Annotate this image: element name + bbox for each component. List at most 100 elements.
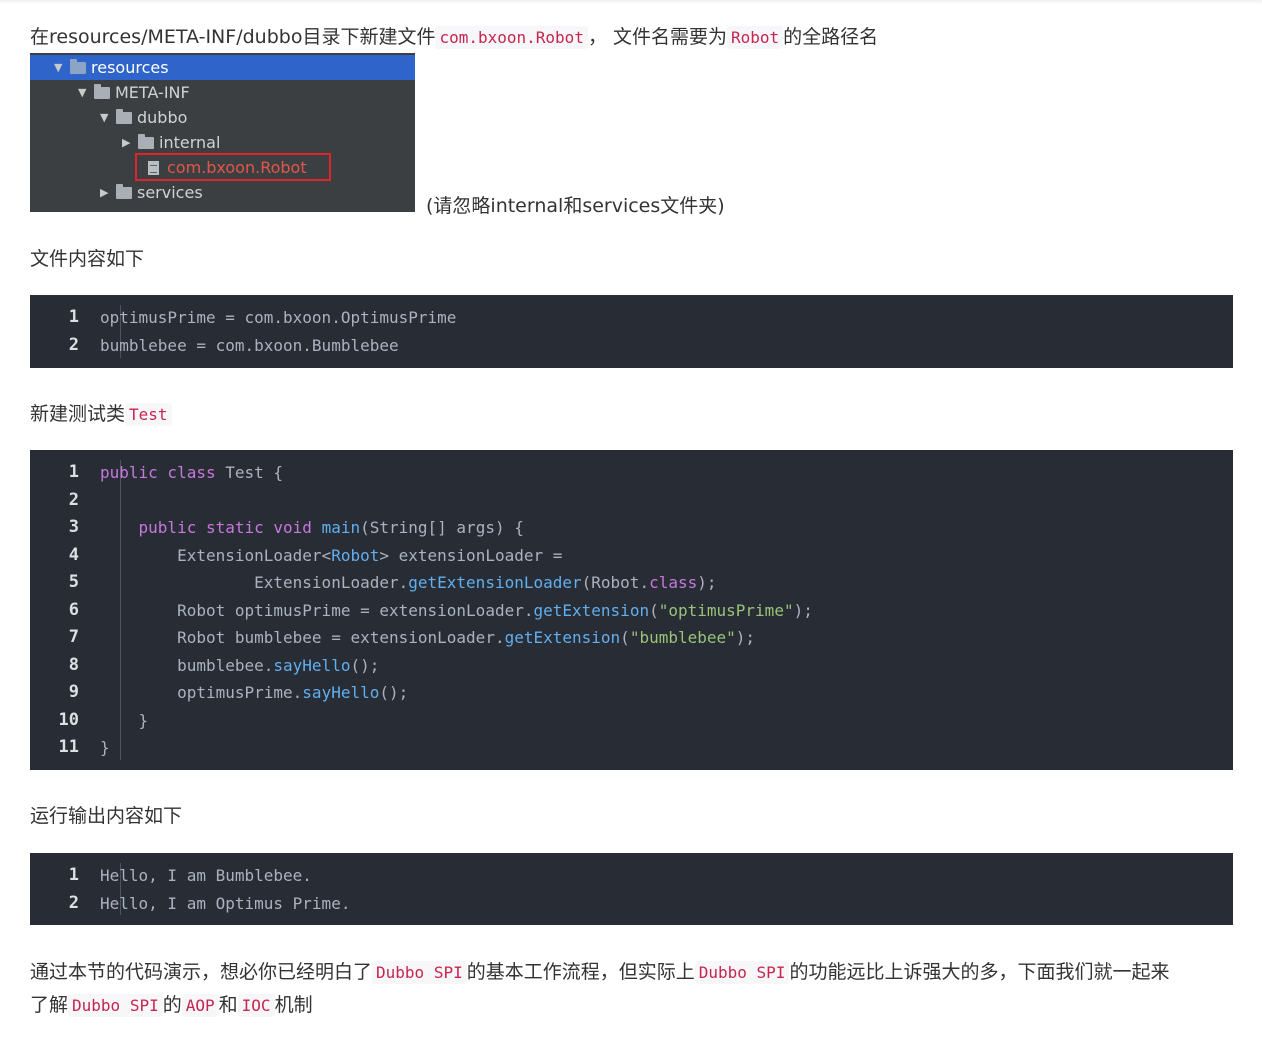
line-content: } (100, 734, 110, 761)
collapse-arrow-icon: ▶ (122, 136, 131, 149)
code-line: 7 Robot bumblebee = extensionLoader.getE… (30, 624, 1233, 651)
code-token: ( (620, 628, 630, 647)
tree-item-label: services (137, 183, 203, 202)
line-number: 5 (68, 572, 79, 592)
code-line: 10 } (30, 707, 1233, 734)
line-number: 3 (68, 517, 79, 537)
inline-code-dubbo-spi: Dubbo SPI (372, 961, 467, 984)
code-token: ); (793, 600, 813, 620)
code-token: bumblebee. (100, 655, 274, 675)
closing-text: 通过本节的代码演示，想必你已经明白了 (30, 961, 373, 983)
tree-item-label: internal (159, 133, 221, 152)
line-content: Robot bumblebee = extensionLoader.getExt… (100, 624, 755, 651)
line-content: Hello, I am Optimus Prime. (100, 893, 351, 913)
code-token: Test { (225, 463, 284, 482)
line-number: 4 (68, 544, 79, 565)
tree-item-internal: ▶ internal (122, 130, 220, 155)
code-block-test-class: 1 public class Test {2 3 public static voi… (30, 450, 1233, 770)
folder-icon (116, 108, 132, 124)
intro-text-1: 在resources/META-INF/dubbo目录下新建文件 (30, 26, 436, 48)
tree-item-label: dubbo (137, 108, 188, 127)
code-token: (String[] args) { (360, 518, 524, 537)
line-content: ExtensionLoader.getExtensionLoader(Robot… (100, 569, 716, 596)
line-number: 10 (58, 709, 79, 730)
heading-file-content: 文件内容如下 (30, 248, 145, 270)
inline-code-dubbo-spi: Dubbo SPI (694, 961, 790, 984)
file-tree-screenshot: ▼ resources ▼ META-INF ▼ dubbo ▶ interna… (30, 53, 415, 212)
code-token: public static void (138, 518, 322, 537)
code-line: 1 public class Test { (30, 459, 1233, 486)
closing-line-2: 了解 Dubbo SPI 的 AOP 和 IOC 机制 (30, 989, 1169, 1022)
code-line: 2 (30, 487, 1233, 514)
line-content: Robot optimusPrime = extensionLoader.get… (100, 597, 813, 624)
expand-arrow-icon: ▼ (100, 111, 109, 124)
expand-arrow-icon: ▼ (54, 61, 63, 74)
closing-text: 和 (218, 994, 238, 1016)
code-token: sayHello (273, 655, 351, 675)
code-line: 4 ExtensionLoader<Robot> extensionLoader… (30, 542, 1233, 569)
code-line: 6 Robot optimusPrime = extensionLoader.g… (30, 597, 1233, 624)
line-content: bumblebee.sayHello(); (100, 652, 379, 679)
code-token: class (649, 573, 698, 592)
code-token: Robot optimusPrime = extensionLoader. (100, 600, 534, 620)
code-token: ( (649, 600, 659, 620)
code-token: > extensionLoader = (379, 545, 563, 565)
code-block-output: 1 Hello, I am Bumblebee. 2 Hello, I am Opti… (30, 853, 1233, 925)
code-line: 9 optimusPrime.sayHello(); (30, 679, 1233, 706)
folder-icon (116, 183, 132, 199)
line-number: 11 (58, 737, 79, 757)
line-number: 8 (68, 654, 79, 675)
line-content: public class Test { (100, 459, 283, 486)
heading-test-class: 新建测试类 Test (30, 399, 172, 430)
resource-folder-icon (70, 58, 86, 74)
code-token: ); (735, 628, 756, 647)
folder-icon (94, 83, 110, 99)
highlight-box (135, 153, 331, 181)
folder-icon (138, 133, 154, 149)
line-content: optimusPrime.sayHello(); (100, 679, 408, 706)
code-token: public class (100, 463, 226, 482)
line-number: 1 (68, 865, 79, 885)
code-token: Robot (331, 545, 380, 565)
code-token: "bumblebee" (629, 628, 736, 647)
heading-output: 运行输出内容如下 (30, 805, 183, 827)
closing-text: 了解 (30, 994, 69, 1016)
code-token: (); (350, 655, 380, 675)
line-content: } (100, 707, 149, 734)
code-line: 11} (30, 734, 1233, 761)
inline-code-test: Test (125, 403, 172, 426)
tree-item-meta-inf: ▼ META-INF (78, 80, 190, 105)
code-token: getExtension (504, 628, 621, 647)
top-divider (0, 0, 1262, 4)
line-number: 2 (68, 334, 79, 355)
line-content: optimusPrime = com.bxoon.OptimusPrime (100, 308, 457, 327)
code-token: getExtensionLoader (408, 573, 582, 592)
code-block-file-content: 1 optimusPrime = com.bxoon.OptimusPrime 2 b… (30, 295, 1233, 368)
line-content: public static void main(String[] args) { (100, 514, 524, 541)
tree-item-resources: ▼ resources (30, 55, 415, 80)
inline-code-dubbo-spi: Dubbo SPI (68, 994, 163, 1017)
expand-arrow-icon: ▼ (78, 86, 87, 99)
inline-code-aop: AOP (181, 994, 219, 1017)
code-line: 1 Hello, I am Bumblebee. (30, 862, 1233, 889)
collapse-arrow-icon: ▶ (100, 186, 109, 199)
intro-text-2: ， 文件名需要为 (587, 26, 727, 48)
code-token: getExtension (533, 600, 650, 620)
line-number: 9 (68, 682, 79, 702)
code-token: } (100, 738, 110, 757)
code-line: 2 Hello, I am Optimus Prime. (30, 890, 1233, 917)
code-token: sayHello (302, 683, 380, 702)
line-content: ExtensionLoader<Robot> extensionLoader = (100, 542, 562, 569)
tree-note: (请忽略internal和services文件夹) (426, 195, 725, 217)
line-number: 1 (68, 462, 79, 482)
closing-text: 的基本工作流程，但实际上 (466, 961, 695, 983)
tree-item-label: resources (91, 58, 169, 77)
code-token: "optimusPrime" (658, 600, 794, 620)
heading-text: 新建测试类 (30, 403, 126, 425)
line-content: Hello, I am Bumblebee. (100, 866, 312, 885)
closing-paragraph: 通过本节的代码演示，想必你已经明白了 Dubbo SPI 的基本工作流程，但实际上 D… (30, 956, 1169, 1022)
line-number: 2 (68, 892, 79, 913)
code-line: 8 bumblebee.sayHello(); (30, 652, 1233, 679)
line-number: 6 (68, 599, 79, 620)
